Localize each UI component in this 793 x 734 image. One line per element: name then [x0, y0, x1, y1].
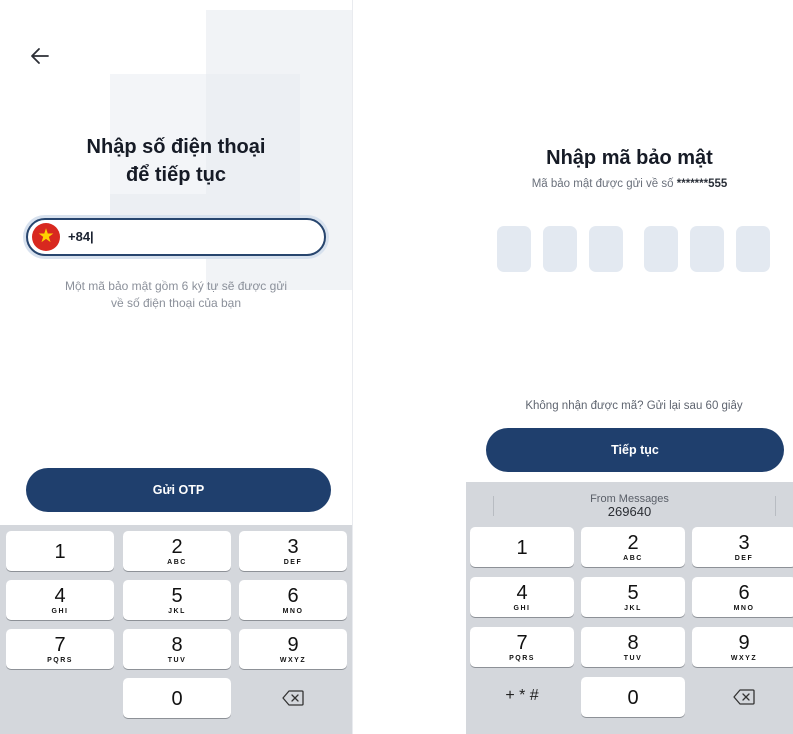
key-0[interactable]: 0 [123, 678, 231, 718]
key-0[interactable]: 0 [581, 677, 685, 717]
key-letters: DEF [734, 555, 754, 562]
subtitle-text: Mã bảo mật được gửi về số [531, 178, 674, 190]
key-letters: WXYZ [730, 655, 758, 662]
key-digit: 6 [738, 582, 750, 604]
key-letters: PQRS [509, 655, 535, 662]
hint-line-2: về số điện thoại của bạn [110, 296, 242, 310]
otp-autofill-suggestion[interactable]: From Messages 269640 [466, 482, 793, 522]
key-letters: DEF [283, 559, 303, 566]
otp-digit-box[interactable] [543, 226, 577, 272]
otp-digit-box[interactable] [497, 226, 531, 272]
key-digit: 6 [287, 585, 299, 607]
key-8[interactable]: 8 TUV [581, 627, 685, 667]
key-1[interactable]: 1 [470, 527, 574, 567]
key-digit: 9 [287, 634, 299, 656]
key-letters: TUV [167, 657, 187, 664]
key-8[interactable]: 8 TUV [123, 629, 231, 669]
otp-entry-screen: Nhập mã bảo mật Mã bảo mật được gửi về s… [466, 0, 793, 734]
title-line-2: để tiếp tục [125, 164, 226, 186]
key-6[interactable]: 6 MNO [692, 577, 793, 617]
key-digit: 7 [54, 634, 66, 656]
screen-divider [352, 0, 353, 734]
backspace-icon[interactable] [239, 678, 347, 718]
key-digit: 7 [516, 632, 528, 654]
key-7[interactable]: 7 PQRS [470, 627, 574, 667]
key-letters: ABC [167, 559, 187, 566]
title-line-1: Nhập số điện thoại [86, 136, 266, 158]
phone-entry-screen: Nhập số điện thoại để tiếp tục ★ +84| Mộ… [0, 0, 352, 734]
key-digit: 3 [287, 536, 299, 558]
key-digit: 0 [627, 687, 639, 709]
key-4[interactable]: 4 GHI [470, 577, 574, 617]
key-digit: 9 [738, 632, 750, 654]
otp-digit-box[interactable] [644, 226, 678, 272]
page-title: Nhập số điện thoại để tiếp tục [0, 133, 352, 189]
vietnam-flag-icon[interactable]: ★ [32, 223, 60, 251]
key-4[interactable]: 4 GHI [6, 580, 114, 620]
key-5[interactable]: 5 JKL [123, 580, 231, 620]
key-3[interactable]: 3 DEF [692, 527, 793, 567]
numeric-keypad: 1 2 ABC 3 DEF 4 GHI 5 JKL 6 MNO 7 PQRS 8 TUV 9 WXYZ 0 [0, 525, 352, 734]
key-digit: 1 [54, 541, 66, 563]
key-7[interactable]: 7 PQRS [6, 629, 114, 669]
key-letters: PQRS [47, 657, 73, 664]
key-1[interactable]: 1 [6, 531, 114, 571]
backspace-icon[interactable] [692, 677, 793, 717]
key-digit: 8 [171, 634, 183, 656]
key-letters: GHI [513, 605, 531, 612]
special-symbols-label: + * # [505, 687, 539, 704]
masked-phone-number: *******555 [676, 178, 728, 190]
key-digit: 3 [738, 532, 750, 554]
key-6[interactable]: 6 MNO [239, 580, 347, 620]
key-letters: MNO [733, 605, 755, 612]
key-3[interactable]: 3 DEF [239, 531, 347, 571]
key-letters: ABC [623, 555, 643, 562]
otp-hint: Một mã bảo mật gồm 6 ký tự sẽ được gửi v… [40, 278, 312, 312]
phone-number-input[interactable]: ★ +84| [26, 218, 326, 256]
resend-countdown: Không nhận được mã? Gửi lại sau 60 giây [525, 400, 743, 412]
key-letters: GHI [51, 608, 69, 615]
send-otp-button[interactable]: Gửi OTP [26, 468, 331, 512]
key-letters: WXYZ [279, 657, 307, 664]
otp-subtitle: Mã bảo mật được gửi về số *******555 [466, 178, 793, 190]
otp-digit-box[interactable] [589, 226, 623, 272]
otp-digit-box[interactable] [690, 226, 724, 272]
key-digit: 2 [627, 532, 639, 554]
key-letters: JKL [624, 605, 642, 612]
key-5[interactable]: 5 JKL [581, 577, 685, 617]
key-digit: 5 [171, 585, 183, 607]
key-digit: 8 [627, 632, 639, 654]
continue-button[interactable]: Tiếp tục [486, 428, 784, 472]
key-digit: 2 [171, 536, 183, 558]
numeric-keypad: From Messages 269640 1 2 ABC 3 DEF 4 GHI 5 JKL 6 M… [466, 482, 793, 734]
key-digit: 5 [627, 582, 639, 604]
arrow-left-icon[interactable] [28, 44, 54, 70]
key-9[interactable]: 9 WXYZ [239, 629, 347, 669]
suggestion-source[interactable]: From Messages [466, 482, 793, 505]
key-letters: MNO [282, 608, 304, 615]
phone-number-value[interactable]: +84| [68, 229, 94, 244]
hint-line-1: Một mã bảo mật gồm 6 ký tự sẽ được gửi [64, 279, 288, 293]
otp-digit-box[interactable] [736, 226, 770, 272]
key-digit: 4 [516, 582, 528, 604]
key-2[interactable]: 2 ABC [581, 527, 685, 567]
key-digit: 1 [516, 537, 528, 559]
key-2[interactable]: 2 ABC [123, 531, 231, 571]
key-letters: TUV [623, 655, 643, 662]
suggestion-code[interactable]: 269640 [466, 505, 793, 519]
key-9[interactable]: 9 WXYZ [692, 627, 793, 667]
key-letters: JKL [168, 608, 186, 615]
page-title: Nhập mã bảo mật [546, 147, 713, 169]
key-special-symbols[interactable]: + * # [470, 677, 574, 717]
key-digit: 0 [171, 688, 183, 710]
key-digit: 4 [54, 585, 66, 607]
